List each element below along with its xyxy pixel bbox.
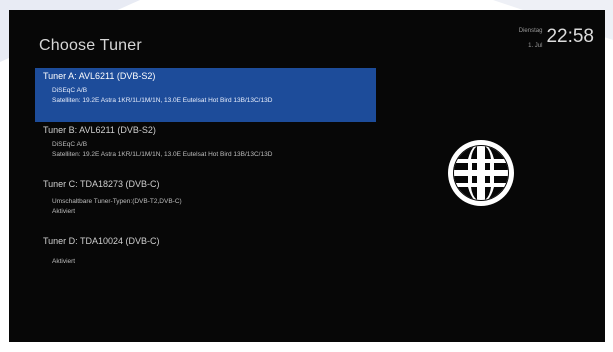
day-label: 1. Jul: [528, 43, 543, 49]
time-label: 22:58: [546, 26, 594, 47]
weekday-label: Dienstag: [518, 28, 543, 34]
tuner-satellites: Satelliten: 19.2E Astra 1KR/1L/1M/1N, 13…: [52, 151, 273, 158]
tuner-name: Tuner A: AVL6211 (DVB-S2): [43, 71, 156, 81]
tuner-list: Tuner A: AVL6211 (DVB-S2) DiSEqC A/B Sat…: [35, 68, 376, 275]
tuner-satellites: Satelliten: 19.2E Astra 1KR/1L/1M/1N, 13…: [52, 97, 273, 104]
tuner-item-d[interactable]: Tuner D: TDA10024 (DVB-C) Aktiviert: [35, 233, 376, 275]
page-title: Choose Tuner: [39, 37, 142, 54]
date: Dienstag 1. Jul: [519, 27, 543, 50]
tuner-item-a[interactable]: Tuner A: AVL6211 (DVB-S2) DiSEqC A/B Sat…: [35, 68, 376, 122]
tuner-name: Tuner B: AVL6211 (DVB-S2): [43, 125, 156, 135]
tuner-diseqc: DiSEqC A/B: [52, 87, 88, 94]
tuner-status: Aktiviert: [52, 208, 76, 215]
tuner-name: Tuner C: TDA18273 (DVB-C): [43, 179, 160, 189]
tuner-item-c[interactable]: Tuner C: TDA18273 (DVB-C) Umschaltbare T…: [35, 176, 376, 233]
tv-screen: Choose Tuner Dienstag 1. Jul 22:58 Tuner…: [9, 10, 605, 342]
tuner-item-b[interactable]: Tuner B: AVL6211 (DVB-S2) DiSEqC A/B Sat…: [35, 122, 376, 176]
tuner-types: Umschaltbare Tuner-Typen:(DVB-T2,DVB-C): [52, 198, 182, 205]
photo-frame: Choose Tuner Dienstag 1. Jul 22:58 Tuner…: [0, 0, 613, 352]
tuner-diseqc: DiSEqC A/B: [52, 141, 88, 148]
tuner-name: Tuner D: TDA10024 (DVB-C): [43, 236, 160, 246]
clock: Dienstag 1. Jul 22:58: [519, 26, 594, 50]
tuner-status: Aktiviert: [52, 258, 76, 265]
globe-icon: [446, 138, 516, 208]
